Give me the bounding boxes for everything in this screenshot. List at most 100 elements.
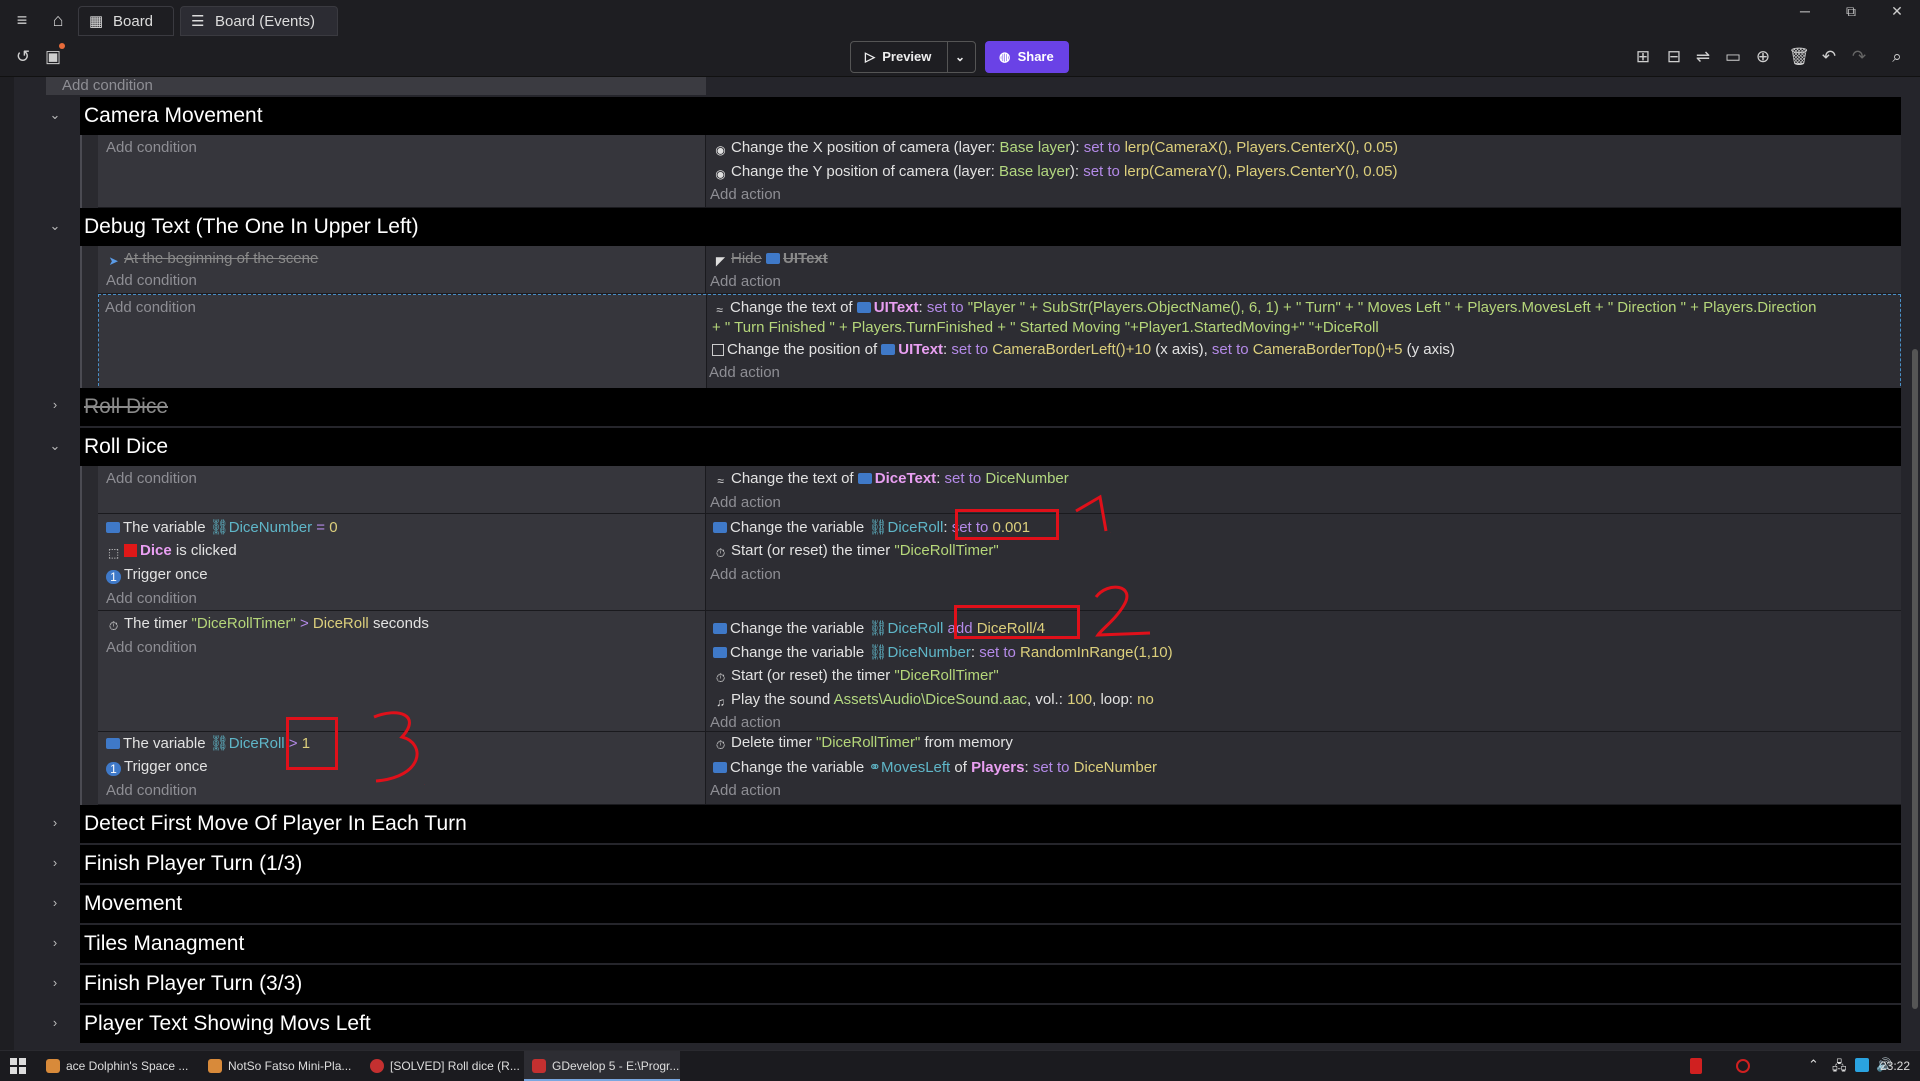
add-action-link[interactable]: Add action [709,364,780,381]
share-button[interactable]: ◍ Share [985,41,1069,73]
action-camera-y[interactable]: ◉ Change the Y position of camera (layer:… [713,163,1397,181]
clock[interactable]: 23:22 [1880,1051,1910,1081]
condition-dice-clicked[interactable]: ⬚ Dice is clicked [106,542,237,560]
delete-icon[interactable]: 🗑 [1786,44,1812,70]
add-condition-link[interactable]: Add condition [106,782,197,799]
history-icon[interactable]: ↺ [10,44,36,70]
add-other-icon[interactable]: ⇌ [1690,44,1716,70]
add-action-link[interactable]: Add action [710,782,781,799]
event-debug-2[interactable]: Add condition ≈ Change the text of UIText… [98,294,1901,391]
add-condition-link[interactable]: Add condition [62,77,153,94]
condition-timer[interactable]: ⏱ The timer "DiceRollTimer" > DiceRoll se… [106,615,429,633]
action-camera-x[interactable]: ◉ Change the X position of camera (layer:… [713,139,1398,157]
action-set-dicenumber[interactable]: Change the variable ⛓DiceNumber: set to … [713,643,1173,661]
action-position-uitext[interactable]: Change the position of UIText: set to Ca… [712,341,1455,358]
network-icon[interactable]: 🖧 [1832,1057,1847,1079]
add-action-link[interactable]: Add action [710,714,781,731]
add-condition-link[interactable]: Add condition [106,470,197,487]
tray-icon[interactable] [1690,1058,1702,1074]
trigger-once-icon: 1 [106,570,121,584]
close-window-button[interactable]: ✕ [1874,0,1920,24]
condition-variable-dicenumber[interactable]: The variable ⛓DiceNumber = 0 [106,518,338,536]
conditions-column: ➤ At the beginning of the scene Add condi… [98,246,706,293]
group-title: Detect First Move Of Player In Each Turn [84,812,467,835]
add-condition-link[interactable]: Add condition [106,590,197,607]
chevron-right-icon[interactable]: › [48,935,62,950]
object-variable-icon: ⚭ [868,759,882,776]
action-change-uitext[interactable]: ≈ Change the text of UIText: set to "Play… [712,299,1816,317]
group-camera-movement[interactable]: Camera Movement [80,97,1901,135]
search-icon[interactable]: ⌕ [1884,44,1910,70]
chevron-right-icon[interactable]: › [48,895,62,910]
action-restart-timer[interactable]: ⏱ Start (or reset) the timer "DiceRollTim… [713,667,999,685]
action-hide-uitext[interactable]: ◤ Hide UIText [713,250,828,268]
condition-trigger-once[interactable]: 1 Trigger once [106,758,208,776]
event-debug-1[interactable]: ➤ At the beginning of the scene Add condi… [98,246,1901,294]
taskbar-item[interactable]: [SOLVED] Roll dice (R... [362,1051,522,1081]
restore-button[interactable]: ⧉ [1828,0,1874,24]
comment-icon[interactable]: ▭ [1720,44,1746,70]
tray-icon[interactable] [1736,1059,1750,1073]
group-finish-turn-1[interactable]: Finish Player Turn (1/3) [80,845,1901,883]
add-event-icon[interactable]: ⊞ [1630,44,1656,70]
chevron-right-icon[interactable]: › [48,855,62,870]
event-camera[interactable]: Add condition ◉ Change the X position of … [98,135,1901,208]
group-title: Roll Dice [84,395,169,418]
add-condition-link[interactable]: Add condition [106,272,197,289]
chevron-down-icon[interactable]: ⌄ [48,438,62,454]
chevron-right-icon[interactable]: › [48,815,62,830]
taskbar-item-active[interactable]: GDevelop 5 - E:\Progr... [524,1051,680,1081]
chevron-up-icon[interactable]: ⌃ [1808,1057,1819,1073]
chevron-down-icon[interactable]: ⌄ [955,42,965,72]
condition-variable-diceroll[interactable]: The variable ⛓DiceRoll > 1 [106,734,310,752]
action-start-timer[interactable]: ⏱ Start (or reset) the timer "DiceRollTim… [713,542,999,560]
group-finish-turn-3[interactable]: Finish Player Turn (3/3) [80,965,1901,1003]
add-action-link[interactable]: Add action [710,566,781,583]
tray-icon[interactable] [1855,1058,1869,1072]
events-sheet[interactable]: Add condition ⌄ Camera Movement Add cond… [0,77,1920,1050]
play-icon: ▷ [865,49,875,64]
action-play-sound[interactable]: ♫ Play the sound Assets\Audio\DiceSound.a… [713,691,1154,709]
chevron-down-icon[interactable]: ⌄ [48,218,62,234]
action-set-movesleft[interactable]: Change the variable ⚭MovesLeft of Player… [713,758,1157,776]
add-circle-icon[interactable]: ⊕ [1750,44,1776,70]
taskbar-item[interactable]: ace Dolphin's Space ... [38,1051,198,1081]
add-condition-link[interactable]: Add condition [106,639,197,656]
minimize-button[interactable]: ─ [1782,0,1828,24]
group-movement[interactable]: Movement [80,885,1901,923]
group-detect-first-move[interactable]: Detect First Move Of Player In Each Turn [80,805,1901,843]
action-change-dicetext[interactable]: ≈ Change the text of DiceText: set to Dic… [713,470,1069,488]
add-condition-link[interactable]: Add condition [106,139,197,156]
chevron-down-icon[interactable]: ⌄ [48,107,62,123]
chevron-right-icon[interactable]: › [48,975,62,990]
redo-icon[interactable]: ↷ [1846,44,1872,70]
group-roll-dice[interactable]: Roll Dice [80,428,1901,466]
condition-scene-start[interactable]: ➤ At the beginning of the scene [106,250,318,268]
windows-start-icon[interactable] [10,1058,26,1074]
add-action-link[interactable]: Add action [710,273,781,290]
add-condition-link[interactable]: Add condition [105,299,196,316]
group-tiles-managment[interactable]: Tiles Managment [80,925,1901,963]
chevron-right-icon[interactable]: › [48,1015,62,1030]
undo-icon[interactable]: ↶ [1816,44,1842,70]
scrollbar[interactable] [1912,349,1918,1009]
preview-button[interactable]: ▷ Preview ⌄ [850,41,976,73]
action-delete-timer[interactable]: ⏱ Delete timer "DiceRollTimer" from memor… [713,734,1013,752]
group-roll-dice-disabled[interactable]: Roll Dice [80,388,1901,426]
chevron-right-icon[interactable]: › [48,397,62,412]
add-action-link[interactable]: Add action [710,494,781,511]
group-debug-text[interactable]: Debug Text (The One In Upper Left) [80,208,1901,246]
event-roll-1[interactable]: Add condition ≈ Change the text of DiceTe… [98,466,1901,514]
tab-board-events[interactable]: ☰ Board (Events) ✕ [180,6,338,60]
tab-board[interactable]: ▦ Board ✕ [78,6,174,60]
home-icon[interactable]: ⌂ [46,8,70,32]
group-player-text[interactable]: Player Text Showing Movs Left [80,1005,1901,1043]
taskbar-item[interactable]: NotSo Fatso Mini-Pla... [200,1051,360,1081]
condition-trigger-once[interactable]: 1 Trigger once [106,566,208,584]
variable-icon [106,522,120,533]
add-action-link[interactable]: Add action [710,186,781,203]
hamburger-menu-icon[interactable]: ≡ [10,8,34,32]
add-subevent-icon[interactable]: ⊟ [1661,44,1687,70]
text-icon: ≈ [716,303,723,317]
text-object-icon [856,302,871,313]
